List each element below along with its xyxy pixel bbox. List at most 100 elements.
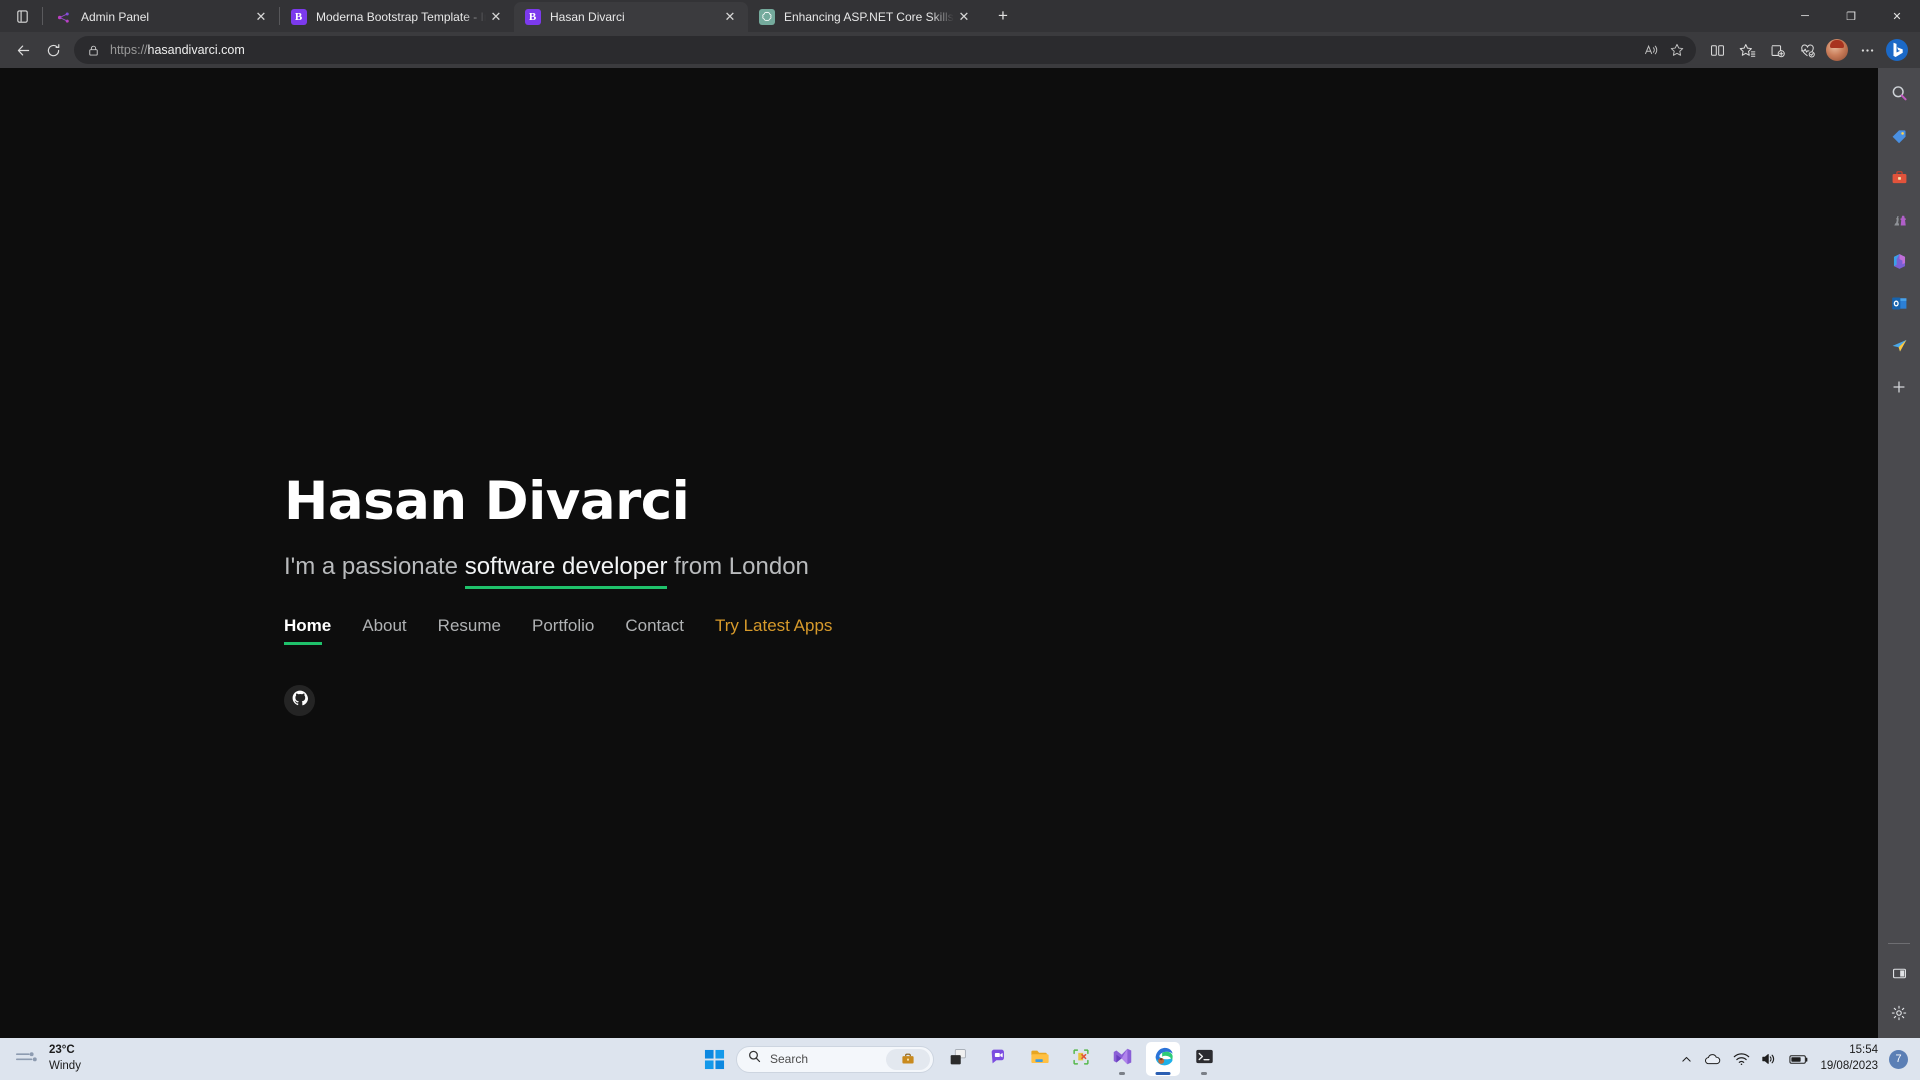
tab-title: Hasan Divarci [550,10,625,24]
webpage-hasandivarci: Hasan Divarci I'm a passionate software … [0,68,1878,1038]
taskbar-app-microsoft-edge[interactable] [1146,1042,1180,1076]
url-host: hasandivarci.com [147,43,245,57]
nav-item-portfolio[interactable]: Portfolio [532,616,594,645]
gear-icon[interactable] [1884,998,1914,1028]
avatar [1826,39,1848,61]
toolbar-actions [1702,35,1912,65]
back-button[interactable] [8,35,38,65]
tools-briefcase-icon[interactable] [1884,162,1914,192]
briefcase-icon[interactable] [886,1048,930,1070]
taskbar-app-dev-tools[interactable] [1064,1042,1098,1076]
star-icon[interactable] [1664,38,1690,62]
bing-copilot-icon[interactable] [1882,35,1912,65]
games-icon[interactable] [1884,204,1914,234]
lock-icon [84,41,102,59]
nav-item-home[interactable]: Home [284,616,331,646]
ellipsis-icon[interactable] [1852,35,1882,65]
content-area: Hasan Divarci I'm a passionate software … [0,68,1920,1038]
outlook-icon[interactable] [1884,288,1914,318]
running-indicator [1119,1072,1125,1075]
github-link[interactable] [284,685,315,717]
taskbar-center: Search [699,1042,1221,1076]
window-controls: ─ ❐ ✕ [1782,0,1920,32]
paper-plane-icon[interactable] [1884,330,1914,360]
customize-pane-icon[interactable] [1884,958,1914,988]
system-tray: 15:54 19/08/2023 7 [1680,1043,1908,1074]
nav-item-about[interactable]: About [362,616,406,645]
edge-sidebar-items [1884,78,1914,402]
wifi-icon[interactable] [1733,1052,1750,1066]
taskbar-search[interactable]: Search [736,1045,934,1073]
taskbar-app-chat[interactable] [982,1042,1016,1076]
page-tagline: I'm a passionate software developer from… [284,553,832,590]
tab-close-icon[interactable]: ✕ [486,7,506,27]
minimize-button[interactable]: ─ [1782,0,1828,32]
new-tab-button[interactable]: + [988,1,1018,31]
chat-icon [988,1046,1010,1073]
battery-icon[interactable] [1789,1053,1809,1066]
tab-close-icon[interactable]: ✕ [720,7,740,27]
tab-close-icon[interactable]: ✕ [251,7,271,27]
browser-toolbar: https://hasandivarci.com [0,32,1920,68]
tab-title: Moderna Bootstrap Template - In [316,10,486,24]
plus-icon[interactable] [1884,372,1914,402]
notification-badge[interactable]: 7 [1889,1049,1908,1069]
tab-close-icon[interactable]: ✕ [954,7,974,27]
cloud-icon[interactable] [1704,1052,1722,1066]
chatgpt-glyph [758,9,775,25]
taskbar-app-visual-studio[interactable] [1105,1042,1139,1076]
close-window-button[interactable]: ✕ [1874,0,1920,32]
favorites-list-icon[interactable] [1732,35,1762,65]
tab-actions-icon[interactable] [4,0,40,32]
refresh-button[interactable] [38,35,68,65]
weather-text: 23°C Windy [49,1043,81,1074]
browser-tab-hasan-divarci[interactable]: B Hasan Divarci ✕ [514,2,748,32]
address-bar[interactable]: https://hasandivarci.com [74,36,1696,64]
edge-sidebar [1878,68,1920,1038]
nav-item-contact[interactable]: Contact [625,616,684,645]
browser-tab-moderna-bootstrap-template[interactable]: B Moderna Bootstrap Template - In ✕ [280,2,514,32]
read-aloud-icon[interactable] [1638,38,1664,62]
start-button[interactable] [699,1044,729,1074]
bootstrap-letter: B [290,9,307,25]
taskbar-app-task-view[interactable] [941,1042,975,1076]
microsoft365-icon[interactable] [1884,246,1914,276]
running-indicator [1201,1072,1207,1075]
speaker-icon[interactable] [1761,1052,1778,1066]
taskbar-app-file-explorer[interactable] [1023,1042,1057,1076]
browser-tab-admin-panel[interactable]: Admin Panel ✕ [45,2,279,32]
sidebar-divider [1888,943,1910,944]
tagline-prefix: I'm a passionate [284,553,465,581]
bootstrap-letter: B [524,9,541,25]
shopping-tag-icon[interactable] [1884,120,1914,150]
browser-tab-enhancing-aspnet-core-skills[interactable]: Enhancing ASP.NET Core Skills ✕ [748,2,982,32]
search-icon [747,1049,762,1069]
windy-icon [14,1047,40,1072]
taskbar-clock[interactable]: 15:54 19/08/2023 [1820,1043,1878,1074]
search-icon[interactable] [1884,78,1914,108]
hero-section: Hasan Divarci I'm a passionate software … [284,472,832,717]
profile-avatar[interactable] [1822,35,1852,65]
maximize-button[interactable]: ❐ [1828,0,1874,32]
nav-item-resume[interactable]: Resume [438,616,501,645]
windows-taskbar: 23°C Windy Search 15:54 19/08/2023 7 [0,1038,1920,1080]
screen: Admin Panel ✕ B Moderna Bootstrap Templa… [0,0,1920,1080]
github-icon [292,690,308,711]
weather-widget[interactable]: 23°C Windy [0,1043,250,1074]
chevron-up-icon[interactable] [1680,1053,1693,1066]
browser-window: Admin Panel ✕ B Moderna Bootstrap Templa… [0,0,1920,1038]
split-screen-icon[interactable] [1702,35,1732,65]
browser-essentials-icon[interactable] [1792,35,1822,65]
weather-condition: Windy [49,1060,81,1072]
collections-icon[interactable] [1762,35,1792,65]
edge-sidebar-bottom [1878,943,1920,1038]
taskbar-app-terminal[interactable] [1187,1042,1221,1076]
site-nav: Home About Resume Portfolio Contact Try … [284,616,832,646]
tab-title: Admin Panel [81,10,150,24]
network-nodes-icon [55,9,72,26]
edge-icon [1152,1045,1175,1073]
nav-item-try-latest-apps[interactable]: Try Latest Apps [715,616,832,645]
address-bar-actions [1638,38,1690,62]
bootstrap-b-icon: B [290,9,307,26]
url-scheme: https:// [110,43,148,57]
